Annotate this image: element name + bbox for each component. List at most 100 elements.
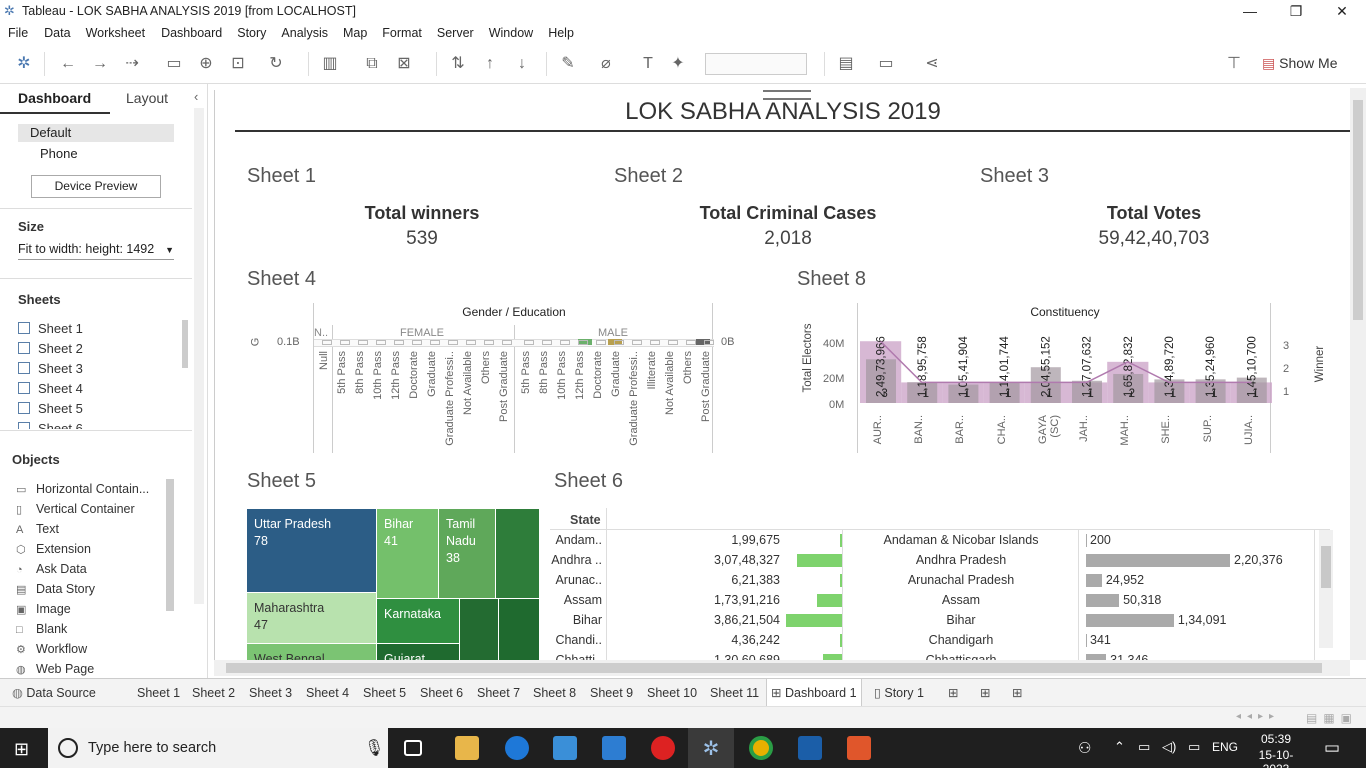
tableau-taskbar-item[interactable]: ✲ bbox=[688, 728, 734, 768]
treemap-tile[interactable] bbox=[499, 599, 539, 660]
pin-icon[interactable]: ✦ bbox=[668, 54, 688, 74]
tab-sheet-9[interactable]: Sheet 9 bbox=[586, 679, 637, 707]
volume-icon[interactable]: ◁) bbox=[1162, 739, 1176, 755]
sheet-list-item[interactable]: Sheet 2 bbox=[18, 341, 83, 356]
highlight-icon[interactable]: ✎ bbox=[558, 54, 578, 74]
criminal-cases-bar[interactable] bbox=[1086, 534, 1087, 547]
votes-bar[interactable] bbox=[816, 594, 842, 607]
treemap-tile-tamil-nadu[interactable]: Tamil Nadu 38 bbox=[439, 509, 495, 598]
sheet-list-item[interactable]: Sheet 4 bbox=[18, 381, 83, 396]
menu-format[interactable]: Format bbox=[382, 23, 422, 40]
winner-line[interactable] bbox=[880, 340, 1252, 384]
device-default[interactable]: Default bbox=[18, 124, 174, 142]
treemap-tile-bihar[interactable]: Bihar 41 bbox=[377, 509, 438, 598]
education-mark[interactable] bbox=[542, 340, 552, 345]
education-mark[interactable] bbox=[614, 340, 624, 345]
education-mark[interactable] bbox=[650, 340, 660, 345]
education-mark[interactable] bbox=[686, 340, 696, 345]
size-dropdown[interactable]: Fit to width: height: 1492 ▼ bbox=[18, 242, 174, 260]
education-mark[interactable] bbox=[596, 340, 606, 345]
treemap-tile-uttar-pradesh[interactable]: Uttar Pradesh 78 bbox=[247, 509, 376, 592]
votes-bar[interactable] bbox=[840, 574, 842, 587]
minimize-button[interactable]: — bbox=[1227, 0, 1273, 23]
windows-start-icon[interactable]: ⊞ bbox=[14, 739, 29, 760]
sheet-list-item[interactable]: Sheet 1 bbox=[18, 321, 83, 336]
treemap-tile-gujarat[interactable]: Gujarat bbox=[377, 644, 459, 660]
tab-sheet-7[interactable]: Sheet 7 bbox=[473, 679, 524, 707]
labels-icon[interactable]: T bbox=[638, 54, 658, 74]
education-mark[interactable] bbox=[668, 340, 678, 345]
education-mark[interactable] bbox=[358, 340, 368, 345]
object-text[interactable]: A Text bbox=[16, 522, 59, 536]
menu-data[interactable]: Data bbox=[44, 23, 70, 40]
education-mark[interactable] bbox=[322, 340, 332, 345]
people-icon[interactable]: ⚇ bbox=[1078, 739, 1091, 757]
object-data-story[interactable]: ▤ Data Story bbox=[16, 582, 95, 596]
criminal-cases-bar[interactable] bbox=[1086, 634, 1087, 647]
tab-layout[interactable]: Layout bbox=[126, 90, 168, 106]
education-mark[interactable] bbox=[524, 340, 534, 345]
store-icon[interactable] bbox=[553, 736, 577, 760]
menu-story[interactable]: Story bbox=[237, 23, 266, 40]
tab-sheet-11[interactable]: Sheet 11 bbox=[706, 679, 763, 707]
object-workflow[interactable]: ⚙ Workflow bbox=[16, 642, 87, 656]
education-mark[interactable] bbox=[578, 340, 588, 345]
education-mark[interactable] bbox=[430, 340, 440, 345]
menu-worksheet[interactable]: Worksheet bbox=[86, 23, 146, 40]
pause-updates-icon[interactable]: ⊡ bbox=[228, 54, 248, 74]
app-icon[interactable] bbox=[847, 736, 871, 760]
education-mark[interactable] bbox=[560, 340, 570, 345]
table-row[interactable]: Arunac.. 6,21,383 Arunachal Pradesh 24,952 bbox=[550, 570, 1330, 590]
device-phone[interactable]: Phone bbox=[40, 146, 78, 161]
votes-bar[interactable] bbox=[840, 534, 842, 547]
new-worksheet-tab-icon[interactable]: ⊞ bbox=[944, 679, 962, 707]
object-horizontal-container[interactable]: ▭ Horizontal Contain... bbox=[16, 482, 149, 496]
collapse-panel-icon[interactable]: ‹ bbox=[194, 89, 198, 104]
treemap-tile-west-bengal[interactable]: West Bengal bbox=[247, 644, 376, 660]
table-row[interactable]: Chhatti.. 1,30,60,689 Chhattisgarh 31,346 bbox=[550, 650, 1330, 660]
education-mark[interactable] bbox=[376, 340, 386, 345]
criminal-cases-bar[interactable] bbox=[1086, 574, 1102, 587]
criminal-cases-bar[interactable] bbox=[1086, 614, 1174, 627]
clock-time[interactable]: 05:39 bbox=[1246, 732, 1306, 746]
table-row[interactable]: Andhra .. 3,07,48,327 Andhra Pradesh 2,20,3… bbox=[550, 550, 1330, 570]
save-icon[interactable]: ▭ bbox=[164, 54, 184, 74]
show-me-button[interactable]: ▤ Show Me bbox=[1262, 55, 1337, 72]
tab-data-source[interactable]: ◍ Data Source bbox=[8, 679, 100, 707]
language-indicator[interactable]: ENG bbox=[1212, 740, 1238, 754]
clear-sheet-icon[interactable]: ⊠ bbox=[394, 54, 414, 74]
education-mark[interactable] bbox=[704, 340, 714, 345]
education-mark[interactable] bbox=[466, 340, 476, 345]
show-cards-icon[interactable]: ▤ bbox=[836, 54, 856, 74]
close-button[interactable]: ✕ bbox=[1319, 0, 1365, 23]
refresh-icon[interactable]: ↻ bbox=[266, 54, 286, 74]
sheets-scrollbar[interactable] bbox=[182, 320, 188, 368]
redo-icon[interactable]: → bbox=[90, 54, 110, 74]
word-icon[interactable] bbox=[798, 736, 822, 760]
file-explorer-icon[interactable] bbox=[455, 736, 479, 760]
table-row[interactable]: Assam 1,73,91,216 Assam 50,318 bbox=[550, 590, 1330, 610]
sort-asc-icon[interactable]: ↑ bbox=[480, 54, 500, 74]
tab-sheet-4[interactable]: Sheet 4 bbox=[302, 679, 353, 707]
object-extension[interactable]: ⬡ Extension bbox=[16, 542, 91, 556]
canvas-horizontal-scrollbar[interactable] bbox=[214, 660, 1350, 676]
sheet-list-item[interactable]: Sheet 3 bbox=[18, 361, 83, 376]
criminal-cases-bar[interactable] bbox=[1086, 554, 1230, 567]
tab-sheet-2[interactable]: Sheet 2 bbox=[188, 679, 239, 707]
sheet8-plot[interactable]: 32,49,73,966 11,18,95,758 11,05,41,904 11,1… bbox=[858, 323, 1272, 417]
tab-dashboard-1[interactable]: ⊞ Dashboard 1 bbox=[766, 679, 862, 707]
edge-icon[interactable] bbox=[505, 736, 529, 760]
education-mark[interactable] bbox=[484, 340, 494, 345]
forward-icon[interactable]: ⇢ bbox=[122, 54, 142, 74]
left-panel-scrollbar[interactable] bbox=[194, 108, 204, 604]
fit-dropdown[interactable] bbox=[705, 53, 807, 75]
table-row[interactable]: Chandi.. 4,36,242 Chandigarh 341 bbox=[550, 630, 1330, 650]
object-blank[interactable]: □ Blank bbox=[16, 622, 67, 636]
object-image[interactable]: ▣ Image bbox=[16, 602, 71, 616]
menu-map[interactable]: Map bbox=[343, 23, 367, 40]
object-web-page[interactable]: ◍ Web Page bbox=[16, 662, 94, 676]
chrome-icon[interactable] bbox=[749, 736, 773, 760]
menu-dashboard[interactable]: Dashboard bbox=[161, 23, 222, 40]
mail-icon[interactable] bbox=[602, 736, 626, 760]
education-mark[interactable] bbox=[394, 340, 404, 345]
